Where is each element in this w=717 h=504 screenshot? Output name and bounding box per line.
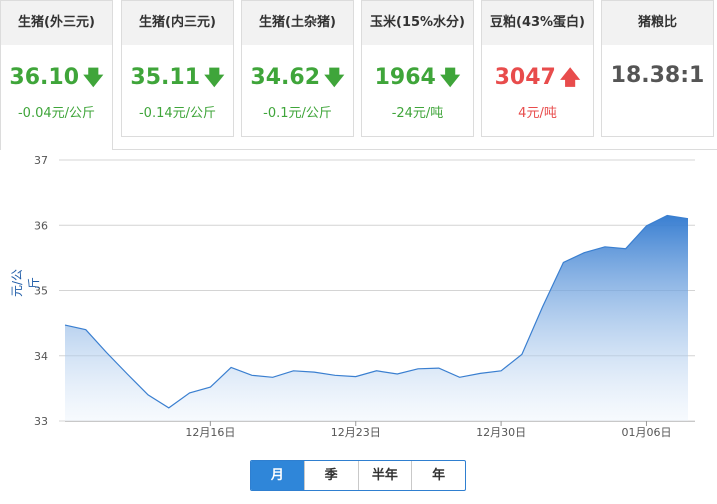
range-halfyear-button[interactable]: 半年 (357, 461, 412, 490)
card-price-row: 36.10 🡇 (1, 63, 112, 97)
range-quarter-button[interactable]: 季 (303, 461, 358, 490)
data-point[interactable] (126, 373, 128, 375)
data-point[interactable] (64, 324, 66, 326)
data-point[interactable] (438, 367, 440, 369)
range-selector: 月 季 半年 年 (250, 460, 466, 491)
data-point[interactable] (521, 353, 523, 355)
x-tick-label: 12月16日 (185, 426, 235, 439)
card-pig-outer-three[interactable]: 生猪(外三元) 36.10 🡇 -0.04元/公斤 (0, 0, 113, 150)
data-point[interactable] (375, 370, 377, 372)
data-point[interactable] (562, 261, 564, 263)
data-point[interactable] (458, 376, 460, 378)
data-point[interactable] (168, 407, 170, 409)
data-point[interactable] (230, 366, 232, 368)
card-price: 36.10 (9, 65, 80, 90)
data-point[interactable] (417, 368, 419, 370)
data-point[interactable] (500, 370, 502, 372)
range-month-button[interactable]: 月 (251, 461, 304, 490)
data-point[interactable] (292, 370, 294, 372)
data-point[interactable] (313, 371, 315, 373)
data-point[interactable] (209, 386, 211, 388)
y-tick-label: 34 (34, 350, 48, 363)
card-change: -0.04元/公斤 (17, 106, 96, 121)
data-point[interactable] (105, 351, 107, 353)
data-point[interactable] (645, 225, 647, 227)
x-tick-label: 12月23日 (331, 426, 381, 439)
data-point[interactable] (625, 248, 627, 250)
data-point[interactable] (272, 376, 274, 378)
range-year-button[interactable]: 年 (411, 461, 465, 490)
data-point[interactable] (604, 246, 606, 248)
y-tick-label: 36 (34, 219, 48, 232)
data-point[interactable] (85, 329, 87, 331)
data-point[interactable] (396, 373, 398, 375)
data-point[interactable] (687, 218, 689, 220)
y-axis-label: 元/公斤 (10, 268, 41, 298)
data-point[interactable] (666, 214, 668, 216)
y-tick-label: 37 (34, 154, 48, 167)
data-point[interactable] (541, 306, 543, 308)
data-point[interactable] (355, 375, 357, 377)
arrow-down-icon: 🡇 (83, 65, 104, 89)
x-tick-label: 01月06日 (621, 426, 671, 439)
data-point[interactable] (583, 252, 585, 254)
data-point[interactable] (479, 372, 481, 374)
data-point[interactable] (251, 374, 253, 376)
data-point[interactable] (188, 392, 190, 394)
card-title: 生猪(外三元) (1, 1, 112, 45)
data-point[interactable] (147, 394, 149, 396)
y-tick-label: 33 (34, 415, 48, 428)
x-tick-label: 12月30日 (476, 426, 526, 439)
series-area (65, 215, 688, 421)
data-point[interactable] (334, 374, 336, 376)
